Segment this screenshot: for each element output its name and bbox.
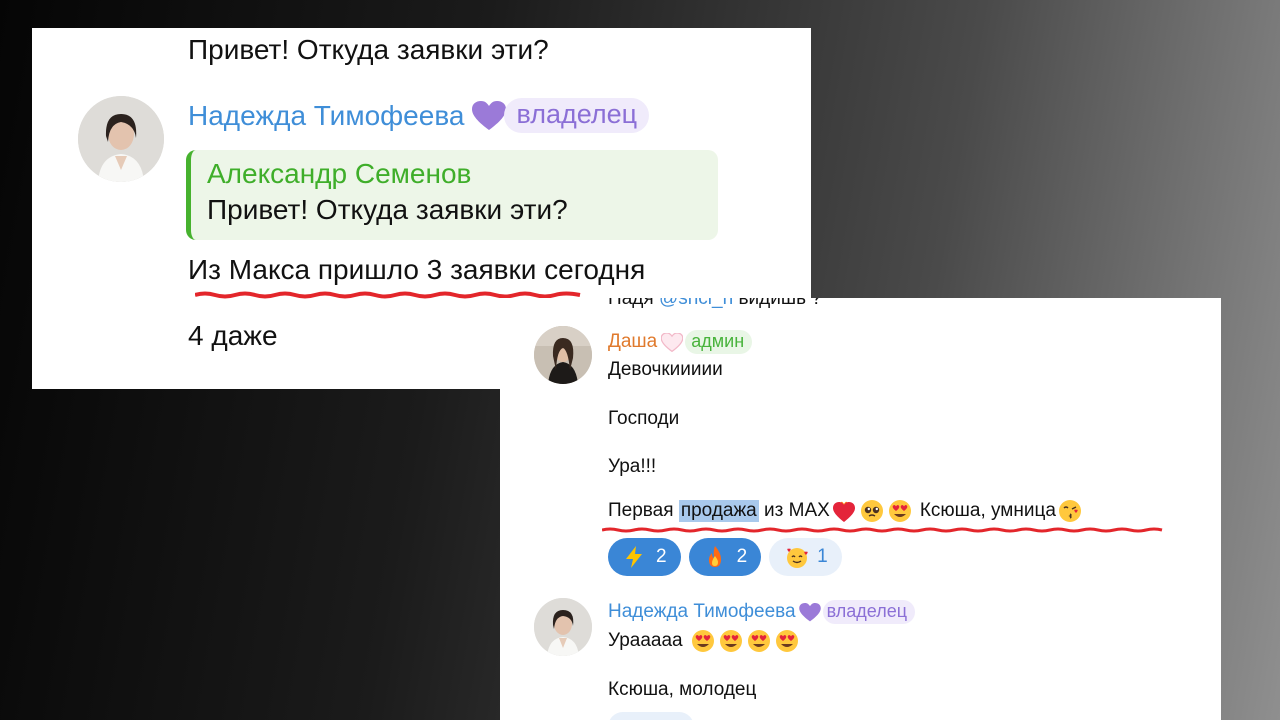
text: Урааааа: [608, 630, 683, 651]
message-text: Ура!!!: [608, 456, 657, 477]
heart-eyes-icon: [888, 499, 912, 523]
message-header: Даша админ: [608, 330, 753, 354]
reaction-fire[interactable]: 2: [688, 538, 762, 576]
purple-heart-icon: [472, 100, 507, 131]
white-heart-icon: [661, 332, 684, 352]
lightning-icon: [624, 546, 644, 568]
role-badge: владелец: [822, 600, 916, 624]
reaction-count: 2: [736, 546, 748, 567]
role-badge: владелец: [504, 98, 650, 133]
reaction-count: 2: [656, 546, 667, 567]
reaction-count: 1: [817, 546, 828, 567]
reaction-lightning[interactable]: 2: [608, 538, 681, 576]
text: из MAX: [758, 500, 830, 521]
message-text: Ксюша, молодец: [608, 679, 757, 700]
role-badge: админ: [685, 330, 753, 354]
pleading-face-icon: [860, 499, 884, 523]
cut-message-text: Надя @snci_n видишь ?: [608, 298, 822, 310]
message-text: Девочкиииии: [608, 359, 723, 380]
message-text: 4 даже: [188, 320, 278, 351]
cut-suffix: видишь ?: [733, 298, 822, 309]
author-name[interactable]: Надежда Тимофеева: [608, 601, 796, 623]
quote-text: Привет! Откуда заявки эти?: [207, 194, 568, 225]
red-underline: [602, 527, 1163, 533]
avatar[interactable]: [78, 96, 164, 182]
reaction-smiling-hearts[interactable]: 1: [769, 538, 842, 576]
author-name[interactable]: Надежда Тимофеева: [188, 100, 464, 132]
fire-icon: [705, 546, 725, 568]
avatar[interactable]: [534, 598, 592, 656]
quote-author: Александр Семенов: [207, 158, 472, 189]
kissing-face-icon: [1058, 499, 1082, 523]
reply-quote[interactable]: Александр Семенов Привет! Откуда заявки …: [186, 150, 718, 240]
heart-eyes-icon: [719, 629, 743, 653]
heart-on-fire-icon: [832, 499, 856, 523]
previous-message-text: Привет! Откуда заявки эти?: [188, 34, 549, 65]
message-text: Из Макса пришло 3 заявки сегодня: [188, 254, 646, 285]
text: Первая: [608, 500, 679, 521]
smiling-face-with-hearts-icon: [785, 545, 809, 569]
message-text: Господи: [608, 408, 680, 429]
message-header: Надежда Тимофеева владелец: [188, 98, 650, 133]
cut-prefix: Надя: [608, 298, 659, 309]
heart-eyes-icon: [691, 629, 715, 653]
mention-link[interactable]: @snci_n: [659, 298, 733, 309]
author-name[interactable]: Даша: [608, 331, 657, 353]
highlighted-word: продажа: [678, 500, 759, 522]
reactions-bar: 2 2 1: [608, 538, 842, 576]
message-header: Надежда Тимофеева владелец: [608, 600, 916, 624]
sale-message: Первая продажа из MAX Ксюша, умница: [608, 499, 1084, 523]
purple-heart-icon: [798, 602, 821, 622]
text: Ксюша, умница: [919, 500, 1056, 521]
message-text-with-emoji: Урааааа: [608, 629, 801, 653]
avatar[interactable]: [534, 326, 592, 384]
heart-eyes-icon: [747, 629, 771, 653]
heart-eyes-icon: [775, 629, 799, 653]
chat-screenshot-bottom: Надя @snci_n видишь ? Даша админ Девочки…: [500, 298, 1221, 720]
reaction-pill-partial[interactable]: [608, 712, 694, 720]
